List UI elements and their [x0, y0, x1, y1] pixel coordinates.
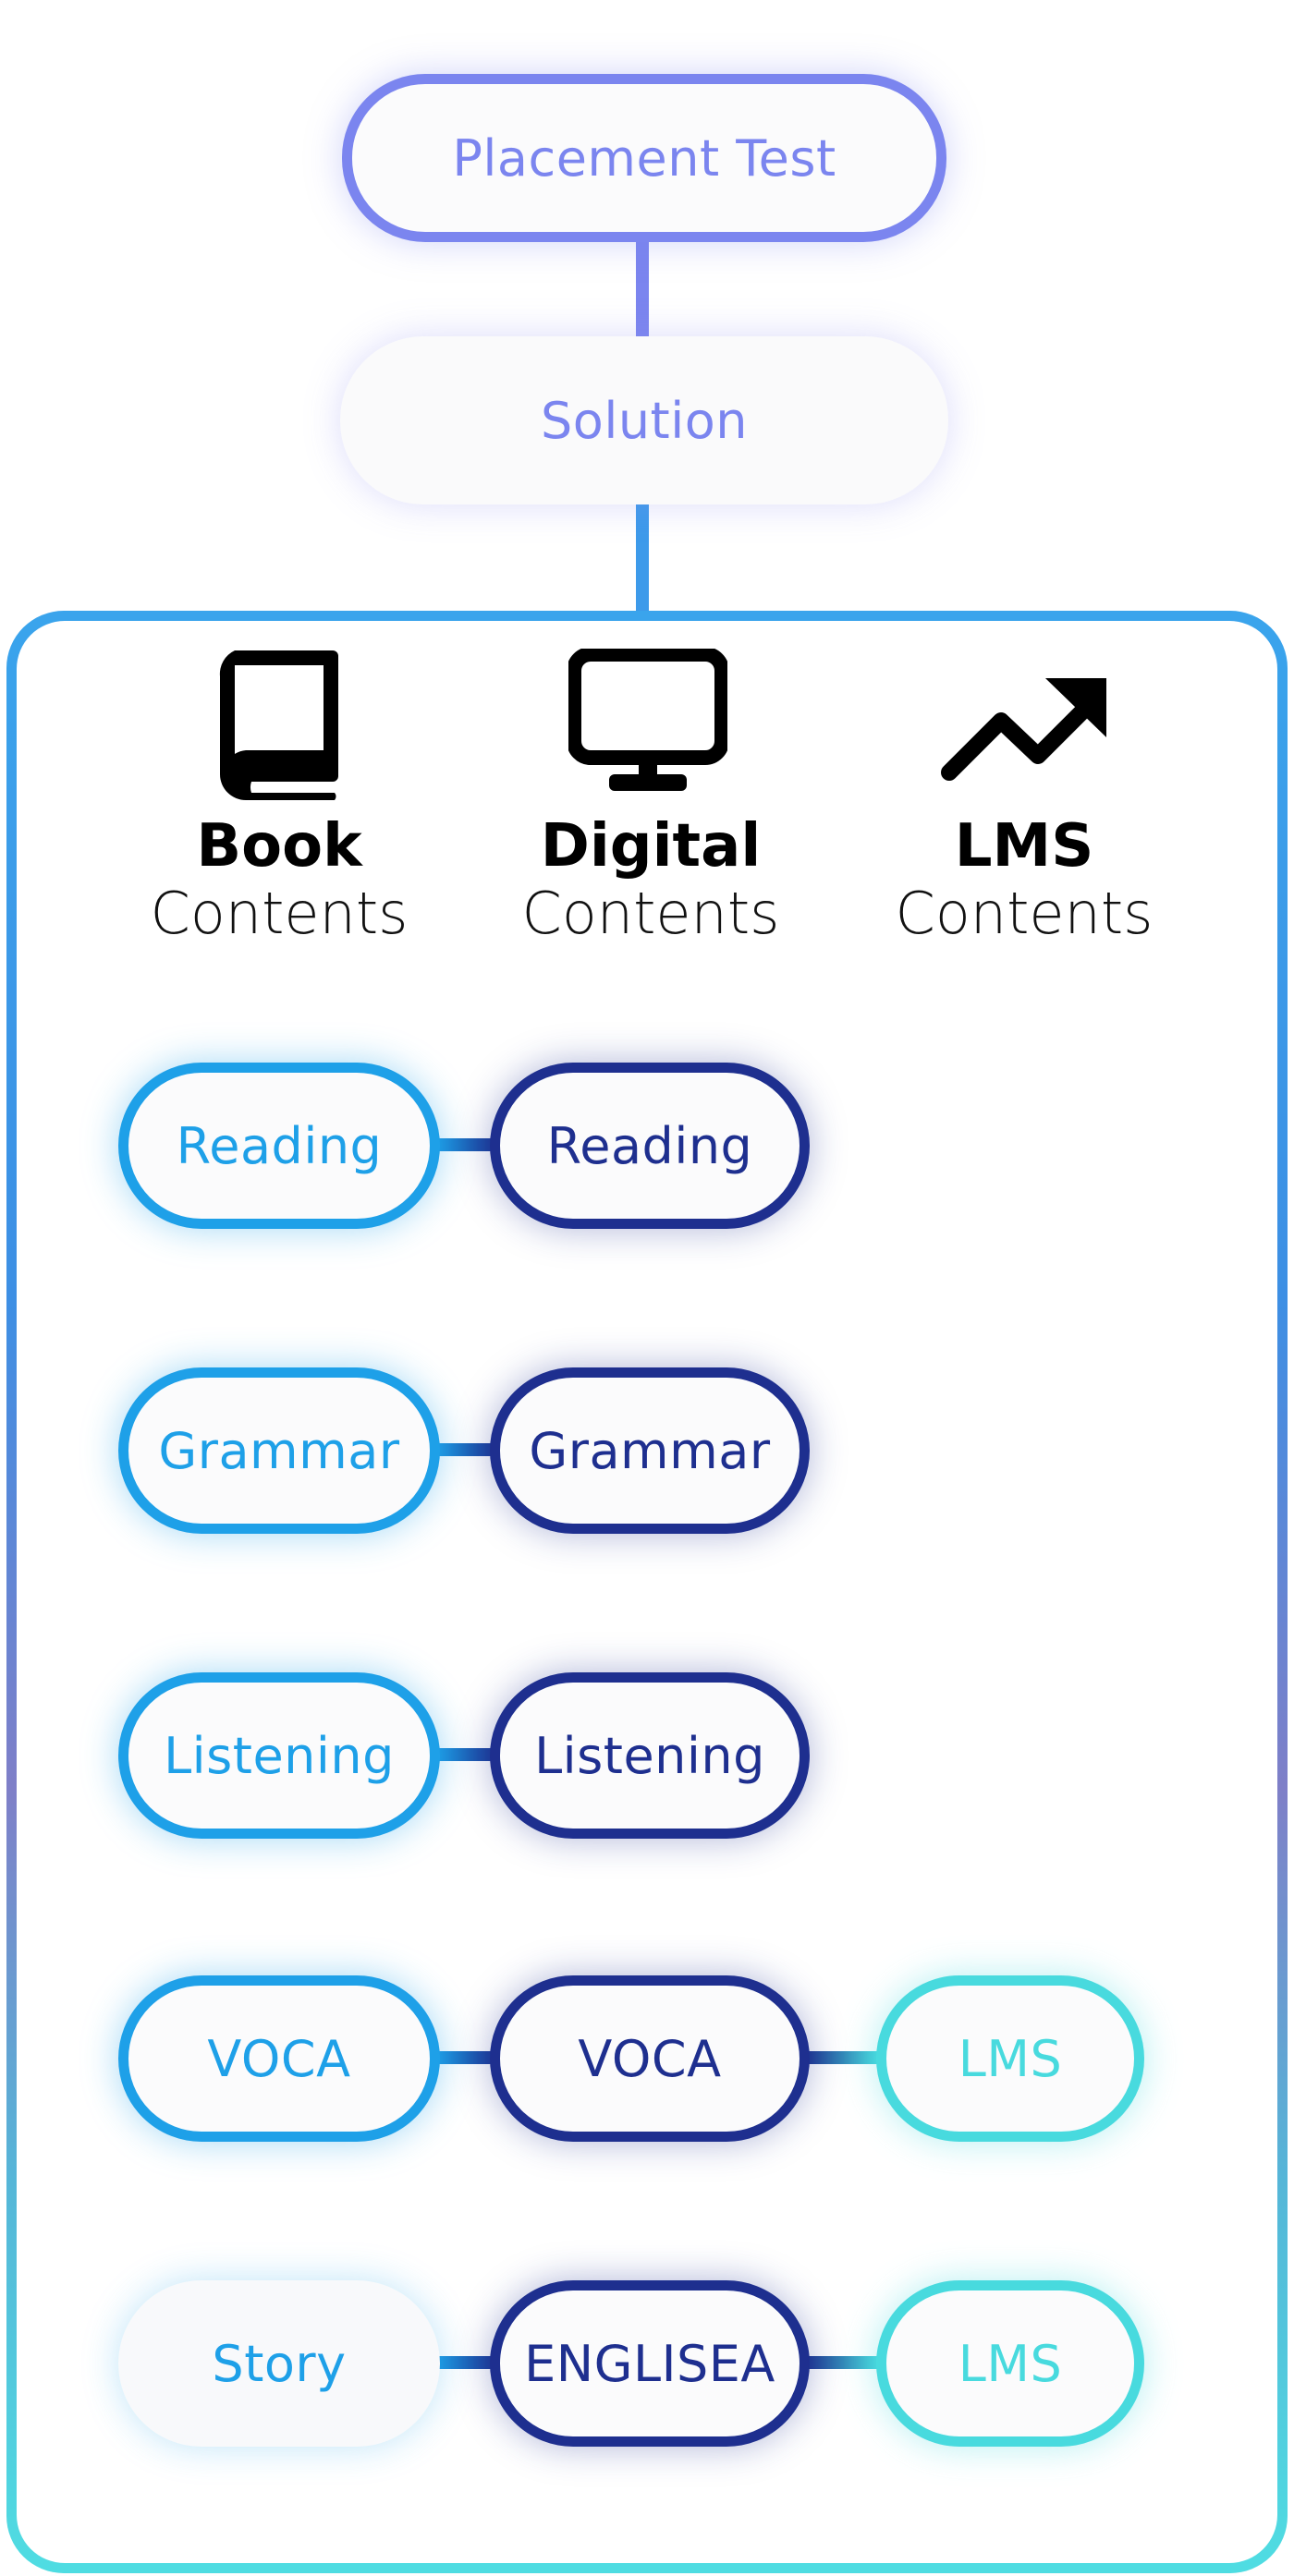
book-icon — [219, 650, 338, 800]
book-listening-node: Listening — [118, 1672, 440, 1839]
book-reading-label: Reading — [176, 1116, 383, 1175]
placement-test-node: Placement Test — [342, 74, 946, 242]
digital-grammar-node: Grammar — [490, 1367, 810, 1534]
book-column-subtitle: Contents — [150, 880, 409, 947]
solution-label: Solution — [541, 391, 748, 450]
book-grammar-node: Grammar — [118, 1367, 440, 1534]
solution-node: Solution — [340, 336, 948, 504]
connector-placement-solution — [636, 238, 649, 340]
monitor-icon — [568, 649, 727, 791]
digital-column-title: Digital — [540, 812, 762, 881]
digital-voca-node: VOCA — [490, 1975, 810, 2142]
lms-column-subtitle: Contents — [895, 880, 1154, 947]
trending-up-icon — [941, 678, 1106, 781]
book-reading-node: Reading — [118, 1063, 440, 1229]
book-grammar-label: Grammar — [158, 1421, 400, 1480]
book-story-label: Story — [212, 2334, 347, 2393]
book-voca-label: VOCA — [207, 2029, 351, 2088]
digital-column-subtitle: Contents — [521, 880, 780, 947]
book-story-node: Story — [118, 2280, 440, 2447]
lms-voca-label: LMS — [958, 2029, 1063, 2088]
placement-test-label: Placement Test — [452, 128, 836, 188]
digital-grammar-label: Grammar — [529, 1421, 771, 1480]
digital-voca-label: VOCA — [578, 2029, 722, 2088]
book-listening-label: Listening — [164, 1726, 395, 1785]
digital-listening-node: Listening — [490, 1672, 810, 1839]
row-connector — [804, 2051, 878, 2064]
book-column-title: Book — [196, 812, 362, 881]
row-connector — [804, 2356, 878, 2369]
lms-column-title: LMS — [954, 812, 1094, 881]
digital-listening-label: Listening — [534, 1726, 765, 1785]
lms-story-label: LMS — [958, 2334, 1063, 2393]
lms-voca-node: LMS — [876, 1975, 1144, 2142]
digital-englisea-node: ENGLISEA — [490, 2280, 810, 2447]
digital-englisea-label: ENGLISEA — [524, 2334, 775, 2393]
book-voca-node: VOCA — [118, 1975, 440, 2142]
lms-story-node: LMS — [876, 2280, 1144, 2447]
connector-solution-contents — [636, 504, 649, 616]
digital-reading-node: Reading — [490, 1063, 810, 1229]
digital-reading-label: Reading — [546, 1116, 753, 1175]
